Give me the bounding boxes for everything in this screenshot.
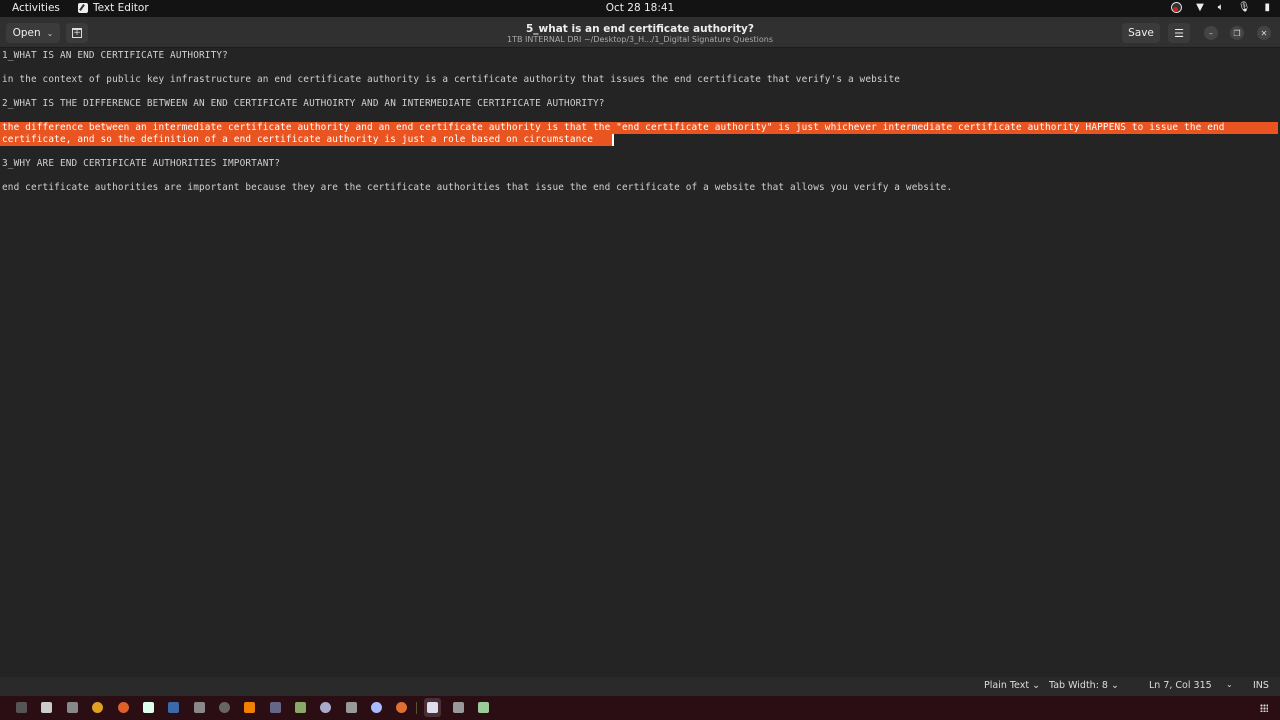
minecraft-icon[interactable]	[295, 702, 306, 713]
language-selector[interactable]: Plain Text ⌄	[984, 680, 1040, 691]
wifi-icon[interactable]: ▼	[1196, 2, 1204, 13]
disks-icon[interactable]	[41, 702, 52, 713]
cursor-position[interactable]: Ln 7, Col 315	[1149, 680, 1212, 691]
document-path: 1TB INTERNAL DRI ~/Desktop/3_H.../1_Digi…	[507, 35, 773, 44]
app-icon[interactable]	[143, 702, 154, 713]
top-bar: Activities Text Editor Oct 28 18:41 ▼ 🔈︎…	[0, 0, 1280, 17]
maximize-button[interactable]: ❐	[1230, 26, 1244, 40]
selected-text-line: the difference between an intermediate c…	[2, 122, 1225, 133]
firefox-icon[interactable]	[118, 702, 129, 713]
text-line: 1_WHAT IS AN END CERTIFICATE AUTHORITY?	[2, 50, 228, 61]
terminal-icon[interactable]	[16, 702, 27, 713]
app2-icon[interactable]	[270, 702, 281, 713]
clock[interactable]: Oct 28 18:41	[606, 2, 674, 14]
new-document-icon: +	[72, 28, 82, 38]
chevron-down-icon: ⌄	[46, 28, 54, 38]
document-title: 5_what is an end certificate authority?	[525, 23, 754, 35]
text-editor-area[interactable]: 1_WHAT IS AN END CERTIFICATE AUTHORITY? …	[0, 49, 1280, 677]
text-line: 2_WHAT IS THE DIFFERENCE BETWEEN AN END …	[2, 98, 605, 109]
insert-mode[interactable]: INS	[1253, 680, 1269, 691]
close-button[interactable]: ✕	[1257, 26, 1271, 40]
app3-icon[interactable]	[396, 702, 407, 713]
selected-text-line: certificate, and so the definition of a …	[2, 134, 594, 145]
minimize-button[interactable]: –	[1204, 26, 1218, 40]
text-editor-icon	[78, 3, 88, 13]
show-applications-icon[interactable]	[1260, 704, 1268, 712]
text-line: 3_WHY ARE END CERTIFICATE AUTHORITIES IM…	[2, 158, 281, 169]
volume-icon[interactable]: 🔈︎	[1218, 2, 1224, 13]
viewer-icon[interactable]	[453, 702, 464, 713]
text-line: in the context of public key infrastruct…	[2, 74, 901, 85]
chrome-icon[interactable]	[92, 702, 103, 713]
chevron-down-icon[interactable]: ⌄	[1226, 680, 1233, 689]
app-name: Text Editor	[93, 2, 149, 14]
header-bar: Open ⌄ + 5_what is an end certificate au…	[0, 17, 1280, 48]
tool-icon[interactable]	[346, 702, 357, 713]
steam-icon[interactable]	[168, 702, 179, 713]
microphone-icon[interactable]: 🎙︎	[1238, 2, 1251, 13]
obs-icon[interactable]	[219, 702, 230, 713]
open-button[interactable]: Open ⌄	[6, 23, 60, 43]
signal-icon[interactable]	[371, 702, 382, 713]
activities-button[interactable]: Activities	[12, 2, 60, 14]
battery-icon[interactable]: ▮	[1264, 2, 1270, 13]
save-button[interactable]: Save	[1122, 23, 1160, 43]
vlc-icon[interactable]	[244, 702, 255, 713]
files-icon[interactable]	[67, 702, 78, 713]
gamepad-icon[interactable]	[194, 702, 205, 713]
hamburger-menu-icon[interactable]: ☰	[1168, 23, 1190, 43]
keepass-icon[interactable]	[320, 702, 331, 713]
system-tray[interactable]: ▼ 🔈︎ 🎙︎ ▮	[1171, 2, 1270, 13]
tab-width-selector[interactable]: Tab Width: 8 ⌄	[1049, 680, 1119, 691]
ubuntu-icon[interactable]	[1171, 2, 1183, 13]
dock-separator	[416, 702, 417, 714]
dock	[0, 696, 1280, 720]
spreadsheet-icon[interactable]	[478, 702, 489, 713]
new-document-button[interactable]: +	[66, 23, 88, 43]
text-editor-icon[interactable]	[427, 702, 438, 713]
app-menu[interactable]: Text Editor	[78, 2, 149, 14]
text-cursor	[612, 134, 614, 146]
status-bar: Plain Text ⌄ Tab Width: 8 ⌄ Ln 7, Col 31…	[0, 677, 1280, 696]
text-line: end certificate authorities are importan…	[2, 182, 953, 193]
open-label: Open	[12, 27, 41, 39]
